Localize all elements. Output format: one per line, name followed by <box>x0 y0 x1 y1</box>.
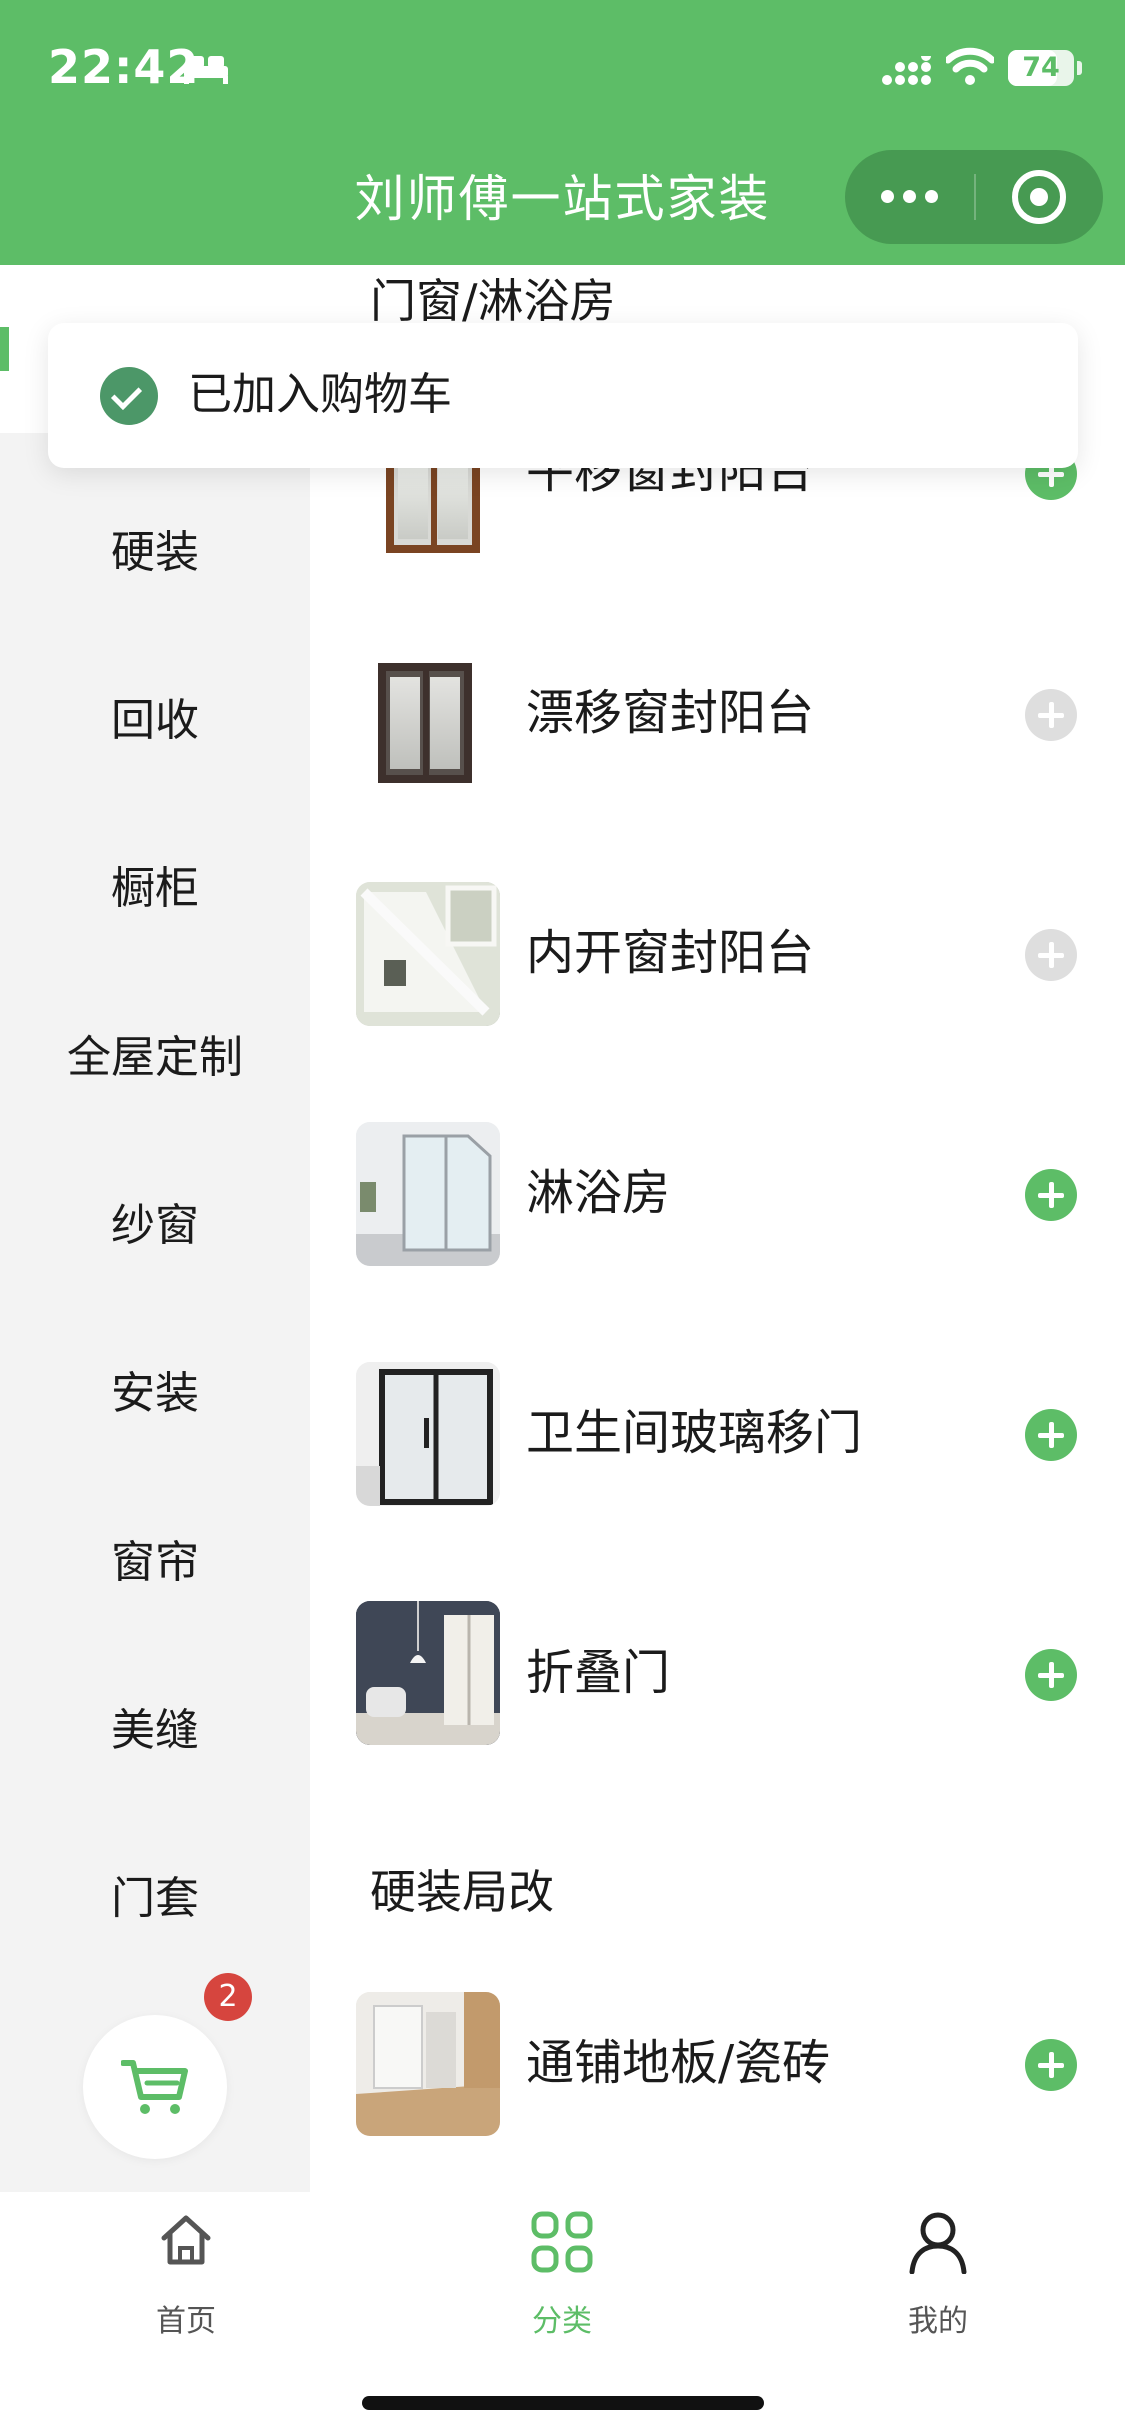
add-to-cart-button[interactable] <box>1025 1409 1077 1461</box>
sidebar-item-screen-window[interactable]: 纱窗 <box>0 1186 310 1266</box>
product-name[interactable]: 内开窗封阳台 <box>526 923 814 983</box>
product-name[interactable]: 通铺地板/瓷砖 <box>526 2033 830 2093</box>
check-circle-icon <box>100 367 158 425</box>
cart-icon <box>121 2060 188 2114</box>
tab-label: 首页 <box>156 2304 216 2339</box>
battery-level: 74 <box>1022 52 1060 83</box>
mini-program-capsule <box>845 150 1103 244</box>
category-grid-icon <box>462 2210 662 2290</box>
signal-dots-icon <box>882 56 931 85</box>
wifi-icon <box>946 47 994 85</box>
add-to-cart-button[interactable] <box>1025 929 1077 981</box>
sidebar-item-door-frame[interactable]: 门套 <box>0 1859 310 1939</box>
product-name[interactable]: 卫生间玻璃移门 <box>526 1403 862 1463</box>
cart-count-badge: 2 <box>204 1973 252 2021</box>
cart-button[interactable] <box>83 2015 227 2159</box>
add-to-cart-button[interactable] <box>1025 1649 1077 1701</box>
product-image[interactable] <box>356 1601 500 1745</box>
product-image[interactable] <box>356 651 500 795</box>
battery-cap <box>1077 61 1082 75</box>
tab-label: 我的 <box>908 2304 968 2339</box>
add-to-cart-button[interactable] <box>1025 1169 1077 1221</box>
product-name[interactable]: 淋浴房 <box>526 1163 670 1223</box>
added-to-cart-toast: 已加入购物车 <box>48 323 1078 468</box>
product-image[interactable] <box>356 1992 500 2136</box>
toast-message: 已加入购物车 <box>188 369 452 420</box>
sidebar-item-grout[interactable]: 美缝 <box>0 1691 310 1771</box>
tab-category[interactable]: 分类 <box>462 2210 662 2350</box>
sidebar-item-cabinet[interactable]: 橱柜 <box>0 849 310 929</box>
status-time: 22:42 <box>48 40 200 94</box>
target-close-icon[interactable] <box>975 150 1103 244</box>
product-image[interactable] <box>356 1362 500 1506</box>
battery-icon: 74 <box>1008 50 1074 86</box>
product-list: 门窗/淋浴房 平移窗封阳台 漂移窗封阳台 内开窗封阳台 淋浴房 卫生间玻璃移门 … <box>310 265 1125 2192</box>
active-indicator <box>0 327 9 371</box>
tab-home[interactable]: 首页 <box>86 2210 286 2350</box>
header: 22:42 74 刘师傅一站式家装 <box>0 0 1125 265</box>
bottom-tab-bar: 首页 分类 我的 <box>0 2192 1125 2436</box>
product-image[interactable] <box>356 882 500 1026</box>
sidebar-item-hard-decoration[interactable]: 硬装 <box>0 513 310 593</box>
tab-mine[interactable]: 我的 <box>838 2210 1038 2350</box>
sidebar-item-curtain[interactable]: 窗帘 <box>0 1523 310 1603</box>
section-title-doors-windows: 门窗/淋浴房 <box>370 274 616 328</box>
add-to-cart-button[interactable] <box>1025 2039 1077 2091</box>
product-image[interactable] <box>356 1122 500 1266</box>
category-sidebar: 硬装 回收 橱柜 全屋定制 纱窗 安装 窗帘 美缝 门套 <box>0 265 310 2192</box>
user-icon <box>838 2210 1038 2290</box>
tab-label: 分类 <box>532 2304 592 2339</box>
section-title-hard-renovation: 硬装局改 <box>370 1865 554 1919</box>
sidebar-item-recycle[interactable]: 回收 <box>0 681 310 761</box>
home-indicator <box>362 2396 764 2410</box>
add-to-cart-button[interactable] <box>1025 689 1077 741</box>
sidebar-item-installation[interactable]: 安装 <box>0 1354 310 1434</box>
product-name[interactable]: 漂移窗封阳台 <box>526 683 814 743</box>
product-name[interactable]: 折叠门 <box>526 1643 670 1703</box>
bed-icon <box>184 56 228 84</box>
home-icon <box>86 2210 286 2290</box>
more-dots-icon[interactable] <box>845 150 973 244</box>
sidebar-item-whole-house-custom[interactable]: 全屋定制 <box>0 1018 310 1098</box>
